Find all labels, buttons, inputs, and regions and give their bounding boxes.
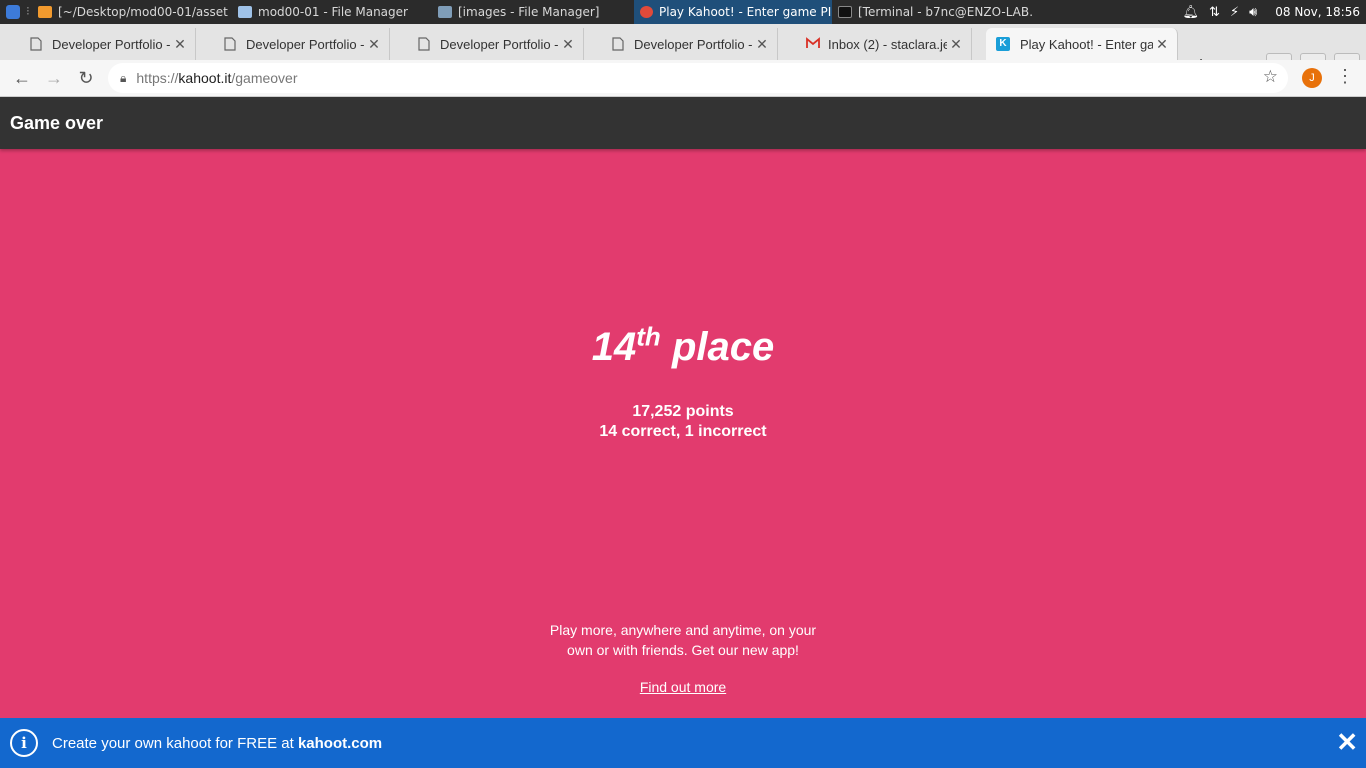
place-number: 14 — [591, 325, 637, 369]
tab-kahoot[interactable]: K Play Kahoot! - Enter gam ✕ — [986, 28, 1178, 60]
tab-gmail[interactable]: Inbox (2) - staclara.jean ✕ — [784, 28, 972, 60]
clock[interactable]: 08 Nov, 18:56 — [1275, 5, 1360, 19]
lock-icon[interactable]: 🔒︎ — [120, 71, 126, 86]
answer-tally: 14 correct, 1 incorrect — [599, 423, 767, 440]
app-promo: Play more, anywhere and anytime, on your… — [0, 620, 1366, 660]
profile-avatar[interactable]: J — [1302, 68, 1322, 88]
find-out-more-container: Find out more — [0, 679, 1366, 695]
promo-line: Play more, anywhere and anytime, on your — [549, 622, 817, 638]
promo-line: own or with friends. Get our new app! — [567, 642, 799, 658]
create-kahoot-banner: i Create your own kahoot for FREE at kah… — [0, 718, 1366, 768]
taskbar-item-label: [~/Desktop/mod00-01/asset… — [58, 5, 228, 19]
final-placement: 14th place — [0, 321, 1366, 370]
browser-tabstrip: Developer Portfolio - Jea ✕ Developer Po… — [0, 24, 1366, 79]
terminal-icon — [838, 6, 852, 18]
url-host: kahoot.it — [178, 70, 232, 86]
taskbar-item-editor[interactable]: [~/Desktop/mod00-01/asset… — [38, 0, 228, 24]
info-icon: i — [10, 729, 38, 757]
gmail-icon — [806, 37, 820, 51]
document-icon — [612, 37, 624, 51]
tab-title: Developer Portfolio - Jea — [246, 36, 365, 52]
tab-portfolio-1[interactable]: Developer Portfolio - Jea ✕ — [8, 28, 196, 60]
notification-bell-icon[interactable]: 🔔︎ — [1183, 5, 1200, 20]
power-icon[interactable]: ⚡︎ — [1230, 5, 1239, 20]
place-word: place — [671, 325, 775, 369]
banner-brand-link[interactable]: kahoot.com — [298, 735, 382, 752]
document-icon — [224, 37, 236, 51]
score-summary: 17,252 points 14 correct, 1 incorrect — [0, 402, 1366, 442]
tab-title: Developer Portfolio - Jea — [52, 36, 171, 52]
tab-portfolio-4[interactable]: Developer Portfolio - Jea ✕ — [590, 28, 778, 60]
taskbar-item-label: Play Kahoot! - Enter game PI… — [659, 5, 832, 19]
browser-menu-icon[interactable]: ⋮ — [1336, 66, 1354, 87]
game-header: Game over — [0, 97, 1366, 149]
chrome-icon — [640, 6, 653, 18]
taskbar-item-browser[interactable]: Play Kahoot! - Enter game PI… — [634, 0, 832, 24]
kahoot-icon: K — [996, 37, 1010, 51]
url-scheme: https:// — [136, 70, 179, 86]
tab-portfolio-2[interactable]: Developer Portfolio - Jea ✕ — [202, 28, 390, 60]
back-button[interactable]: ← — [10, 66, 34, 90]
tab-title: Inbox (2) - staclara.jean — [828, 36, 947, 52]
taskbar-item-label: mod00-01 - File Manager — [258, 5, 408, 19]
find-out-more-link[interactable]: Find out more — [640, 679, 726, 695]
os-taskbar: ⁝ [~/Desktop/mod00-01/asset… mod00-01 - … — [0, 0, 1366, 24]
close-icon[interactable]: ✕ — [1336, 728, 1358, 756]
bookmark-star-icon[interactable]: ☆ — [1263, 67, 1278, 87]
separator: ⁝ — [26, 4, 30, 18]
document-icon — [30, 37, 42, 51]
close-tab-icon[interactable]: ✕ — [753, 36, 771, 53]
app-menu-icon[interactable] — [6, 5, 20, 19]
taskbar-item-images[interactable]: [images - File Manager] — [438, 0, 628, 24]
tab-title: Play Kahoot! - Enter gam — [1020, 36, 1153, 52]
document-icon — [418, 37, 430, 51]
banner-text: Create your own kahoot for FREE at — [52, 734, 294, 752]
close-tab-icon[interactable]: ✕ — [947, 36, 965, 53]
sublime-icon — [38, 6, 52, 18]
points-total: 17,252 points — [632, 403, 734, 420]
taskbar-item-terminal[interactable]: [Terminal - b7nc@ENZO-LAB… — [838, 0, 1034, 24]
browser-toolbar: ← → ↻ 🔒︎ https://kahoot.it/gameover ☆ J … — [0, 60, 1366, 97]
folder-icon — [238, 6, 252, 18]
taskbar-item-label: [images - File Manager] — [458, 5, 600, 19]
close-tab-icon[interactable]: ✕ — [559, 36, 577, 53]
place-suffix: th — [636, 321, 661, 352]
banner-message: Create your own kahoot for FREE at kahoo… — [52, 735, 382, 752]
page-title: Game over — [10, 112, 104, 133]
system-tray: 🔔︎ ⇅ ⚡︎ 🔊︎ 08 Nov, 18:56 — [1183, 0, 1366, 24]
forward-button[interactable]: → — [42, 66, 66, 90]
taskbar-item-label: [Terminal - b7nc@ENZO-LAB… — [858, 5, 1034, 19]
network-icon[interactable]: ⇅ — [1209, 5, 1220, 20]
tab-title: Developer Portfolio - Jea — [634, 36, 753, 52]
reload-button[interactable]: ↻ — [74, 66, 98, 90]
volume-icon[interactable]: 🔊︎ — [1249, 5, 1257, 20]
close-tab-icon[interactable]: ✕ — [365, 36, 383, 53]
close-tab-icon[interactable]: ✕ — [171, 36, 189, 53]
close-tab-icon[interactable]: ✕ — [1153, 36, 1171, 53]
tab-portfolio-3[interactable]: Developer Portfolio - Jea ✕ — [396, 28, 584, 60]
tab-title: Developer Portfolio - Jea — [440, 36, 559, 52]
folder-icon — [438, 6, 452, 18]
taskbar-item-file-manager[interactable]: mod00-01 - File Manager — [238, 0, 428, 24]
url-path: /gameover — [231, 70, 298, 86]
address-bar[interactable]: 🔒︎ https://kahoot.it/gameover ☆ — [108, 63, 1288, 93]
